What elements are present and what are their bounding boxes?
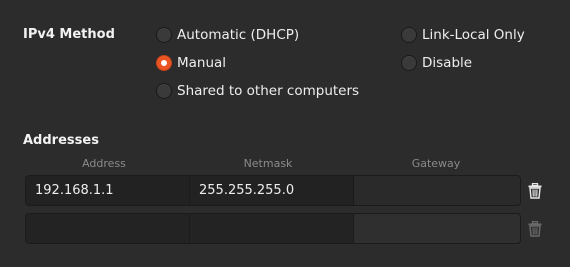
radio-automatic-dhcp[interactable]: Automatic (DHCP) [156,25,299,45]
radio-shared-to-other-computers[interactable]: Shared to other computers [156,81,359,101]
column-header-address: Address [82,157,126,170]
trash-icon [528,221,542,237]
radio-circle-disable[interactable] [401,55,417,71]
radio-circle-link-local[interactable] [401,27,417,43]
delete-row-1-button[interactable] [523,179,547,203]
radio-link-local-only[interactable]: Link-Local Only [401,25,525,45]
trash-icon [528,183,542,199]
radio-disable[interactable]: Disable [401,53,472,73]
netmask-field[interactable] [190,214,354,243]
gateway-field[interactable] [354,176,520,205]
delete-row-2-button[interactable] [523,217,547,241]
addresses-title: Addresses [23,133,99,148]
radio-circle-shared[interactable] [156,83,172,99]
column-header-netmask: Netmask [243,157,293,170]
radio-circle-manual[interactable] [156,55,172,71]
radio-label-shared: Shared to other computers [177,83,360,99]
radio-circle-automatic-dhcp[interactable] [156,27,172,43]
address-row-1: 192.168.1.1 255.255.255.0 [25,175,521,206]
ipv4-method-title: IPv4 Method [23,27,115,42]
gateway-field[interactable] [354,214,520,243]
radio-manual[interactable]: Manual [156,53,226,73]
column-header-gateway: Gateway [411,157,461,170]
address-row-2 [25,213,521,244]
radio-label-link-local: Link-Local Only [422,27,525,43]
radio-label-manual: Manual [177,55,227,71]
netmask-field[interactable]: 255.255.255.0 [190,176,354,205]
address-field[interactable] [26,214,190,243]
address-field[interactable]: 192.168.1.1 [26,176,190,205]
radio-label-disable: Disable [422,55,473,71]
radio-label-automatic-dhcp: Automatic (DHCP) [177,27,300,43]
